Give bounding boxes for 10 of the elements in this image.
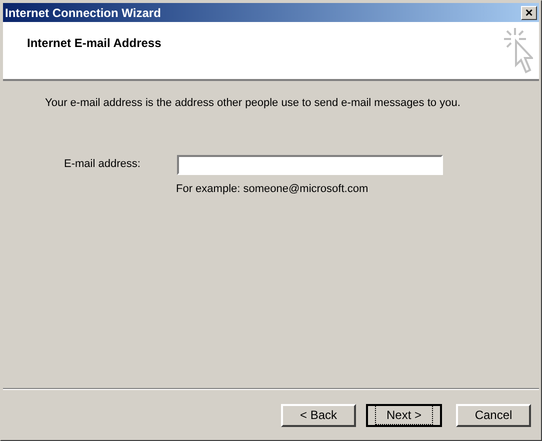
close-button[interactable]: ×: [521, 6, 537, 20]
email-label: E-mail address:: [64, 157, 142, 172]
wizard-button[interactable]: < Back: [281, 404, 356, 426]
window-title: Internet Connection Wizard: [5, 4, 161, 22]
wizard-button[interactable]: Cancel: [456, 404, 531, 426]
page-title: Internet E-mail Address: [27, 35, 162, 52]
example-hint: For example: someone@microsoft.com: [176, 182, 370, 196]
intro-text: Your e-mail address is the address other people use to send e-mail messages to you.: [45, 96, 462, 111]
wizard-button[interactable]: Next >: [366, 404, 442, 426]
email-input-field[interactable]: [177, 154, 443, 174]
